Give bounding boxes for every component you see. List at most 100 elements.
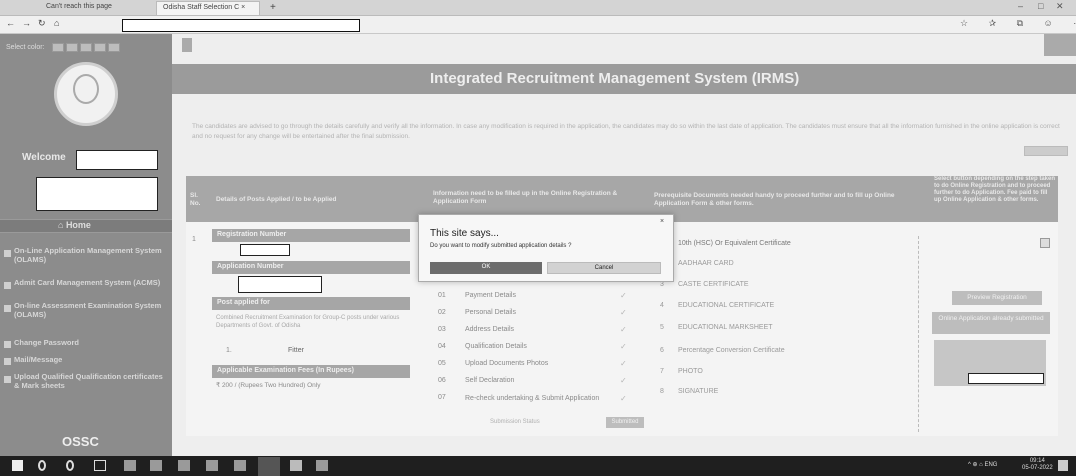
refresh-icon[interactable]: ↻ <box>38 18 46 29</box>
post-applied-label: Post applied for <box>212 297 410 310</box>
check-icon: ✓ <box>620 359 627 368</box>
app-icon[interactable] <box>316 460 328 471</box>
step-number: 03 <box>438 326 446 333</box>
clock-date: 05-07-2022 <box>1022 465 1053 471</box>
doc-educational-certificate: EDUCATIONAL CERTIFICATE <box>678 302 775 309</box>
step-number: 05 <box>438 360 446 367</box>
step-number: 04 <box>438 343 446 350</box>
col-header-posts: Details of Posts Applied / to be Applied <box>216 196 337 203</box>
close-icon[interactable]: × <box>241 4 245 11</box>
word-icon[interactable] <box>290 460 302 471</box>
preview-registration-button[interactable]: Preview Registration <box>952 291 1042 305</box>
tab-label: Odisha Staff Selection C <box>163 4 240 11</box>
mail-icon <box>4 358 11 365</box>
user-details-redacted <box>36 177 158 211</box>
user-menu-button[interactable] <box>1044 34 1076 56</box>
url-input-redacted[interactable] <box>122 19 360 32</box>
new-tab-button[interactable]: + <box>264 0 278 14</box>
doc-number: 6 <box>660 347 664 354</box>
doc-caste: CASTE CERTIFICATE <box>678 281 749 288</box>
doc-number: 7 <box>660 368 664 375</box>
color-swatch[interactable] <box>94 43 106 52</box>
color-swatch[interactable] <box>108 43 120 52</box>
post-index: 1. <box>226 347 232 354</box>
col-header-documents: Prerequisite Documents needed handy to p… <box>654 192 895 207</box>
dialog-ok-button[interactable]: OK <box>430 262 542 274</box>
fee-value: ₹ 200 / (Rupees Two Hundred) Only <box>216 382 321 389</box>
registration-number-redacted <box>240 244 290 256</box>
col-header-sl: Sl. No. <box>190 192 201 207</box>
sidebar-item-upload-certificates[interactable]: Upload Qualified Qualification certifica… <box>14 372 166 390</box>
dialog-title: This site says... <box>430 228 499 239</box>
step-qualification[interactable]: Qualification Details <box>465 343 527 350</box>
app-icon[interactable] <box>206 460 218 471</box>
edge-icon[interactable] <box>178 460 190 471</box>
step-address[interactable]: Address Details <box>465 326 514 333</box>
step-number: 06 <box>438 377 446 384</box>
admit-card-icon <box>4 282 11 289</box>
registration-number-label: Registration Number <box>212 229 410 242</box>
system-tray[interactable]: ^ ⊕ ⌂ ENG <box>968 461 997 468</box>
upload-icon <box>4 376 11 383</box>
minimize-button[interactable]: – <box>1018 1 1023 11</box>
user-icon <box>73 74 99 104</box>
dialog-cancel-button[interactable]: Cancel <box>547 262 661 274</box>
step-upload[interactable]: Upload Documents Photos <box>465 360 548 367</box>
doc-aadhaar: AADHAAR CARD <box>678 260 734 267</box>
post-status: Fitter <box>288 347 304 354</box>
document-icon[interactable] <box>1040 238 1050 248</box>
step-payment[interactable]: Payment Details <box>465 292 516 299</box>
active-app-icon[interactable] <box>258 457 280 476</box>
color-swatch[interactable] <box>66 43 78 52</box>
welcome-label: Welcome <box>22 152 66 163</box>
home-icon[interactable]: ⌂ <box>54 18 59 28</box>
maximize-button[interactable]: □ <box>1038 1 1043 11</box>
search-icon[interactable] <box>38 460 46 471</box>
browser-tab-active[interactable]: Odisha Staff Selection C × <box>156 1 260 15</box>
page-title: Integrated Recruitment Management System… <box>430 70 800 87</box>
step-number: 02 <box>438 309 446 316</box>
doc-number: 3 <box>660 281 664 288</box>
doc-number: 5 <box>660 324 664 331</box>
color-swatch[interactable] <box>80 43 92 52</box>
app-icon[interactable] <box>234 460 246 471</box>
sidebar-toggle-icon[interactable] <box>182 38 192 52</box>
dialog-close-icon[interactable]: × <box>660 218 664 225</box>
application-icon <box>4 250 11 257</box>
browser-tab-inactive[interactable]: Can't reach this page <box>40 1 152 15</box>
row-number: 1 <box>192 236 196 243</box>
col-header-info: Information need to be filled up in the … <box>433 190 618 205</box>
store-icon[interactable] <box>150 460 162 471</box>
sidebar-item-acms[interactable]: Admit Card Management System (ACMS) <box>14 278 166 287</box>
home-icon: ⌂ <box>58 220 66 230</box>
sidebar-item-mail[interactable]: Mail/Message <box>14 355 166 364</box>
app-icon[interactable] <box>124 460 136 471</box>
back-icon[interactable]: ← <box>6 18 15 28</box>
browser-toolbar-icons[interactable]: ☆ ✰ ⧉ ☺ ⋯ <box>960 18 1076 29</box>
notification-icon[interactable] <box>1058 460 1068 471</box>
submission-caption: Submission Status <box>490 419 540 425</box>
step-personal[interactable]: Personal Details <box>465 309 516 316</box>
check-icon: ✓ <box>620 376 627 385</box>
color-swatch[interactable] <box>52 43 64 52</box>
exam-icon <box>4 305 11 312</box>
step-declaration[interactable]: Self Declaration <box>465 377 514 384</box>
step-recheck-submit[interactable]: Re-check undertaking & Submit Applicatio… <box>465 394 605 403</box>
windows-start-icon[interactable] <box>12 460 23 471</box>
window-close-button[interactable]: ✕ <box>1056 1 1064 12</box>
sidebar-item-olams[interactable]: On-Line Application Management System (O… <box>14 246 166 264</box>
doc-signature: SIGNATURE <box>678 388 719 395</box>
clock[interactable]: 09:14 05-07-2022 <box>1022 458 1053 472</box>
sidebar-item-assessment[interactable]: On-line Assessment Examination System (O… <box>14 301 166 319</box>
cortana-icon[interactable] <box>66 460 74 471</box>
doc-photo: PHOTO <box>678 368 703 375</box>
username-redacted <box>76 150 158 170</box>
task-view-icon[interactable] <box>94 460 106 471</box>
doc-number: 4 <box>660 302 664 309</box>
print-button[interactable] <box>1024 146 1068 156</box>
online-application-submitted-button[interactable]: Online Application already submitted <box>932 312 1050 334</box>
forward-icon[interactable]: → <box>22 18 31 28</box>
ossc-footer-logo: OSSC <box>62 434 99 449</box>
sidebar-item-change-password[interactable]: Change Password <box>14 338 166 347</box>
col-header-actions: Select button depending on the step take… <box>934 176 1056 203</box>
